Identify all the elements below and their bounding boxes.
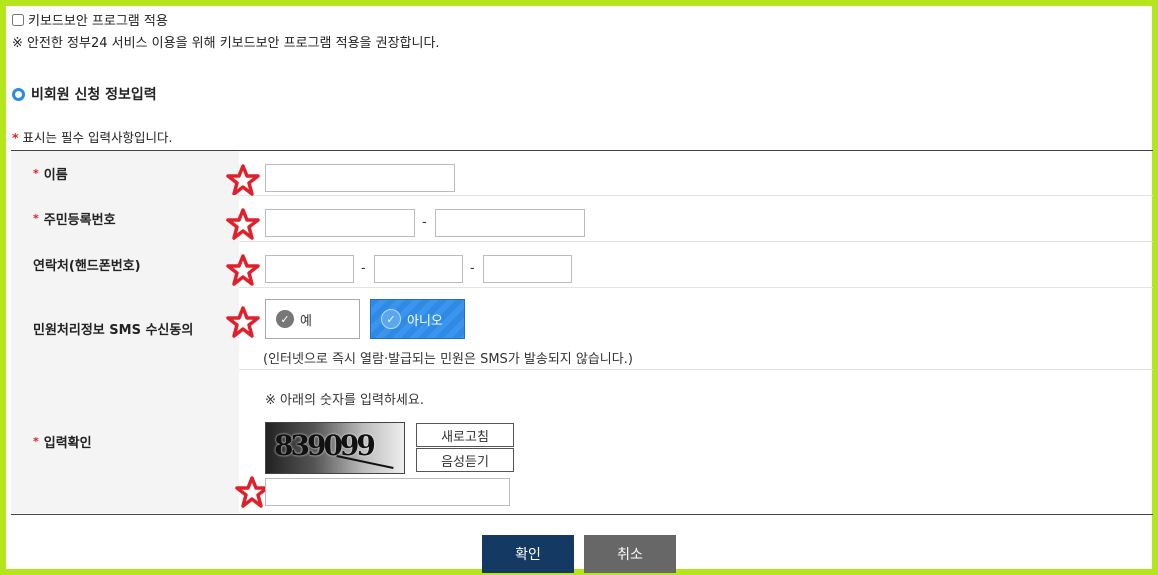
- captcha-row: * 입력확인 ※ 아래의 숫자를 입력하세요. 839099 새로고침 음성듣기: [11, 369, 1153, 513]
- captcha-text: 839099: [274, 429, 376, 462]
- refresh-button[interactable]: 새로고침: [416, 423, 514, 447]
- star-annotation-icon: [226, 208, 260, 240]
- star-annotation-icon: [226, 306, 260, 338]
- name-label-text: 이름: [43, 167, 68, 183]
- star-annotation-icon: [226, 164, 260, 196]
- name-input[interactable]: [265, 164, 455, 192]
- rrn-dash: -: [422, 215, 427, 230]
- required-notice: * 표시는 필수 입력사항입니다.: [12, 127, 172, 146]
- phone-last-input[interactable]: [483, 255, 572, 283]
- required-asterisk-icon: *: [33, 166, 39, 180]
- sms-yes-button[interactable]: ✓ 예: [265, 299, 360, 339]
- keyboard-security-checkbox[interactable]: [12, 13, 24, 26]
- check-icon: ✓: [276, 310, 294, 328]
- sms-no-label: 아니오: [407, 313, 443, 329]
- sms-label: 민원처리정보 SMS 수신동의: [11, 287, 239, 369]
- rrn-first-input[interactable]: [265, 209, 415, 237]
- phone-label: 연락처(핸드폰번호): [11, 241, 239, 287]
- form-table: * 이름 * 주민등록번호 - 연락처(핸드폰번호) - - 민원처리정보 SM…: [11, 150, 1153, 515]
- required-asterisk-icon: *: [12, 130, 19, 145]
- phone-middle-input[interactable]: [374, 255, 463, 283]
- captcha-label: * 입력확인: [11, 369, 239, 513]
- captcha-input[interactable]: [265, 478, 510, 506]
- keyboard-security-row: 키보드보안 프로그램 적용: [12, 10, 168, 29]
- sms-no-button[interactable]: ✓ 아니오: [370, 299, 465, 339]
- sms-label-text: 민원처리정보 SMS 수신동의: [33, 322, 194, 338]
- captcha-label-text: 입력확인: [43, 435, 92, 451]
- rrn-row: * 주민등록번호 -: [11, 195, 1153, 242]
- section-title-text: 비회원 신청 정보입력: [31, 87, 157, 103]
- rrn-second-input[interactable]: [435, 209, 585, 237]
- sms-note: (인터넷으로 즉시 열람·발급되는 민원은 SMS가 발송되지 않습니다.): [263, 352, 633, 367]
- keyboard-security-notice: ※ 안전한 정부24 서비스 이용을 위해 키보드보안 프로그램 적용을 권장합…: [12, 36, 440, 51]
- section-title: 비회원 신청 정보입력: [12, 84, 157, 104]
- cancel-button[interactable]: 취소: [584, 535, 676, 573]
- phone-row: 연락처(핸드폰번호) - -: [11, 241, 1153, 288]
- phone-first-input[interactable]: [265, 255, 354, 283]
- captcha-note: ※ 아래의 숫자를 입력하세요.: [265, 393, 424, 408]
- keyboard-security-label: 키보드보안 프로그램 적용: [28, 14, 168, 29]
- rrn-label-text: 주민등록번호: [43, 212, 116, 228]
- confirm-button[interactable]: 확인: [482, 535, 574, 573]
- required-asterisk-icon: *: [33, 434, 39, 448]
- phone-dash-1: -: [361, 261, 366, 276]
- phone-label-text: 연락처(핸드폰번호): [33, 258, 141, 274]
- sms-row: 민원처리정보 SMS 수신동의 ✓ 예 ✓ 아니오 (인터넷으로 즉시 열람·발…: [11, 287, 1153, 370]
- required-notice-text: 표시는 필수 입력사항입니다.: [22, 130, 173, 145]
- check-icon: ✓: [381, 309, 401, 329]
- captcha-image: 839099: [265, 422, 405, 474]
- star-annotation-icon: [235, 476, 269, 508]
- star-annotation-icon: [226, 254, 260, 286]
- ring-bullet-icon: [12, 87, 25, 101]
- name-label: * 이름: [11, 151, 239, 195]
- phone-dash-2: -: [470, 261, 475, 276]
- name-row: * 이름: [11, 151, 1153, 196]
- audio-button[interactable]: 음성듣기: [416, 448, 514, 472]
- rrn-label: * 주민등록번호: [11, 195, 239, 241]
- sms-yes-label: 예: [300, 313, 312, 329]
- required-asterisk-icon: *: [33, 211, 39, 225]
